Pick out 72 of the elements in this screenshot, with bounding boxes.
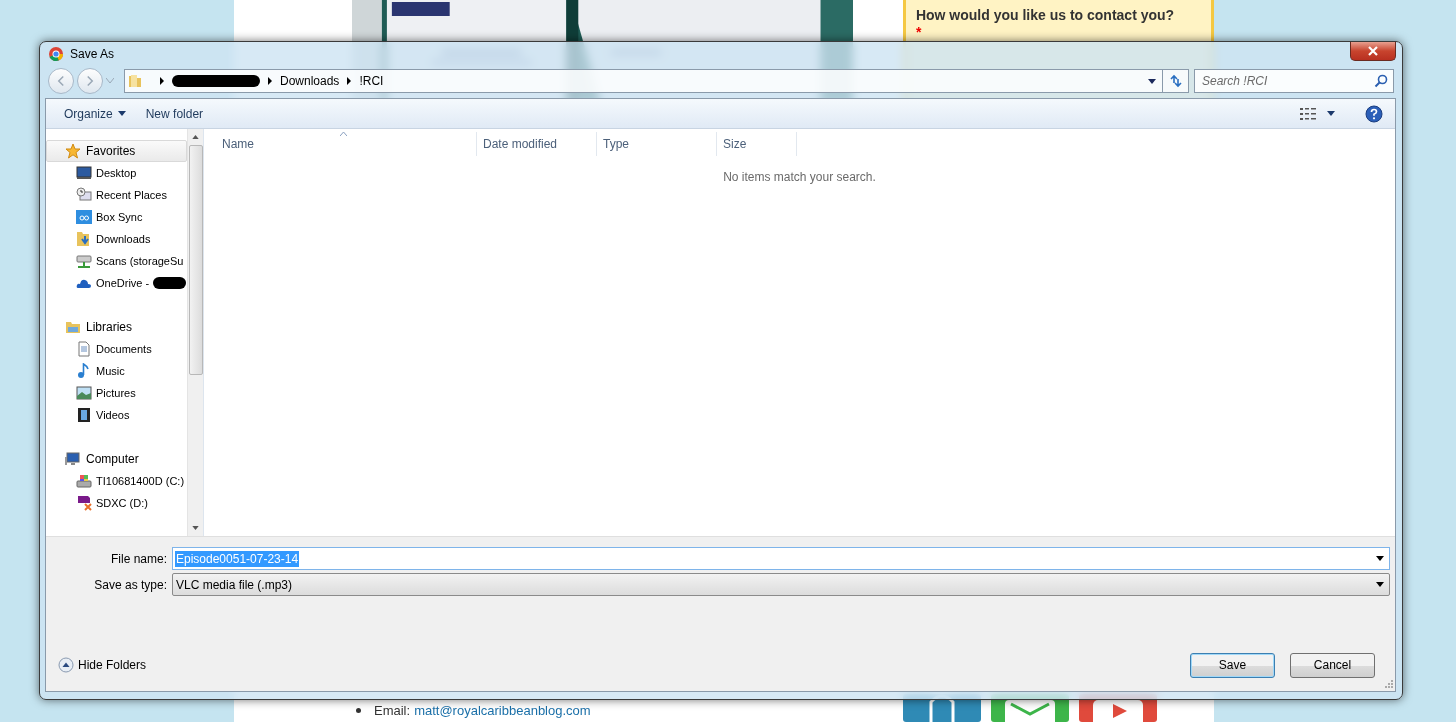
nav-item[interactable]: Videos <box>46 404 187 426</box>
sd-card-icon <box>76 495 92 511</box>
caret-icon[interactable] <box>117 111 126 116</box>
nav-item[interactable]: OneDrive - <box>46 272 187 294</box>
address-bar[interactable]: Downloads !RCI <box>124 69 1163 94</box>
column-header[interactable]: Date modified <box>477 132 597 156</box>
folder-icon <box>128 73 144 90</box>
toolbar-button[interactable]: Organize <box>54 103 136 124</box>
email-label: Email: <box>374 702 411 718</box>
dropdown-arrow-icon[interactable] <box>1376 582 1384 587</box>
column-header[interactable]: Type <box>597 132 717 156</box>
dialog-button[interactable]: Save <box>1190 652 1275 678</box>
email-link[interactable]: matt@royalcaribbeanblog.com <box>414 702 591 718</box>
computer-icon <box>65 451 81 467</box>
nav-item[interactable]: Scans (storageSu <box>46 250 187 272</box>
clock-computer-icon <box>76 187 92 203</box>
nav-item[interactable]: Box Sync <box>46 206 187 228</box>
column-header[interactable]: Name <box>204 132 477 156</box>
landscape-icon <box>76 385 92 401</box>
nav-group-header[interactable]: Libraries <box>46 316 187 338</box>
music-note-icon <box>76 363 92 379</box>
breadcrumb-arrow-icon[interactable] <box>347 77 352 86</box>
nav-group-header[interactable]: Computer <box>46 448 187 470</box>
file-type-dropdown[interactable]: VLC media file (.mp3) <box>172 573 1390 596</box>
field-label: Save as type: <box>93 577 168 592</box>
bullet-icon <box>356 707 361 713</box>
window-title: Save As <box>70 47 115 62</box>
document-icon <box>76 341 92 357</box>
breadcrumb[interactable]: Downloads <box>280 74 340 89</box>
scroll-down-arrow-icon[interactable] <box>192 526 199 530</box>
breadcrumb-arrow-icon[interactable] <box>160 77 164 86</box>
nav-item[interactable]: Documents <box>46 338 187 360</box>
nav-item[interactable]: Desktop <box>46 162 187 184</box>
caret-icon[interactable] <box>1327 111 1335 116</box>
resize-grip-icon[interactable] <box>1385 680 1393 688</box>
film-icon <box>76 407 92 423</box>
nav-item[interactable]: Pictures <box>46 382 187 404</box>
hard-drive-icon <box>76 473 92 489</box>
scrollbar[interactable] <box>187 129 203 536</box>
field-label: File name: <box>109 551 168 566</box>
empty-message: No items match your search. <box>723 170 876 184</box>
required-mark: * <box>915 24 923 40</box>
star-icon <box>65 143 81 159</box>
download-folder-icon <box>76 231 92 247</box>
nav-group-header[interactable]: Favorites <box>46 140 187 162</box>
library-icon <box>65 319 81 335</box>
search-field[interactable]: Search !RCI <box>1194 69 1394 94</box>
close-button[interactable] <box>1350 42 1396 61</box>
nav-item[interactable]: Recent Places <box>46 184 187 206</box>
nav-item[interactable]: TI10681400D (C:) <box>46 470 187 492</box>
close-icon[interactable] <box>1368 46 1378 56</box>
nav-item[interactable]: SDXC (D:) <box>46 492 187 514</box>
form-heading: How would you like us to contact you? <box>915 6 1176 24</box>
hide-folders-button[interactable]: Hide Folders <box>58 657 147 673</box>
scroll-up-arrow-icon[interactable] <box>192 135 199 139</box>
breadcrumb[interactable]: !RCI <box>359 74 384 89</box>
breadcrumb-arrow-icon[interactable] <box>268 77 272 86</box>
browser-logo-icon <box>48 46 64 63</box>
network-drive-icon <box>76 253 92 269</box>
nav-item[interactable]: Music <box>46 360 187 382</box>
nav-item[interactable]: Downloads <box>46 228 187 250</box>
refresh-button[interactable] <box>1163 69 1189 94</box>
dialog-button[interactable]: Cancel <box>1290 652 1375 678</box>
search-icon <box>1374 74 1388 89</box>
monitor-icon <box>76 165 92 181</box>
view-options-icon[interactable] <box>1300 106 1318 121</box>
dropdown-arrow-icon[interactable] <box>1376 556 1384 561</box>
dropdown-arrow-icon[interactable] <box>1148 78 1156 84</box>
column-header[interactable]: Size <box>717 132 797 156</box>
toolbar-button[interactable]: New folder <box>135 103 214 124</box>
help-icon[interactable] <box>1365 104 1383 123</box>
box-logo-icon <box>76 209 92 225</box>
